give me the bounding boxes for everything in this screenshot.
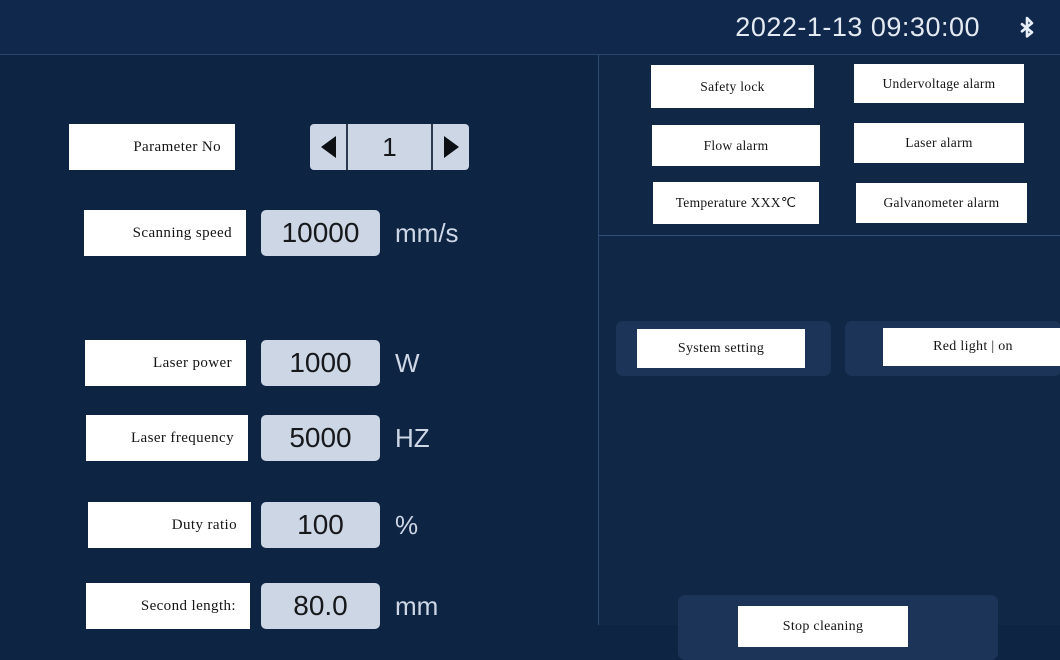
parameter-no-stepper[interactable]: 1	[310, 124, 469, 170]
triangle-right-icon	[443, 136, 459, 158]
bluetooth-icon	[1010, 10, 1044, 44]
duty-ratio-row: Duty ratio 100 %	[88, 502, 488, 548]
parameter-no-prev-button[interactable]	[310, 124, 348, 170]
left-parameter-panel: Parameter No 1 Scanning speed 10000 mm/s…	[0, 55, 597, 629]
scanning-speed-label: Scanning speed	[84, 210, 246, 256]
stop-cleaning-label[interactable]: Stop cleaning	[738, 606, 908, 647]
laser-power-row: Laser power 1000 W	[85, 340, 485, 386]
laser-power-label: Laser power	[85, 340, 246, 386]
parameter-no-next-button[interactable]	[431, 124, 469, 170]
red-light-label[interactable]: Red light | on	[883, 328, 1060, 366]
status-temperature[interactable]: Temperature XXX℃	[653, 182, 819, 224]
duty-ratio-input[interactable]: 100	[261, 502, 380, 548]
scanning-speed-unit: mm/s	[395, 218, 459, 248]
second-length-unit: mm	[395, 591, 439, 621]
duty-ratio-unit: %	[395, 510, 419, 540]
second-length-row: Second length: 80.0 mm	[86, 583, 486, 629]
right-status-panel: Safety lock Undervoltage alarm Flow alar…	[598, 55, 1060, 660]
scanning-speed-row: Scanning speed 10000 mm/s	[84, 210, 484, 256]
parameter-no-label: Parameter No	[69, 124, 235, 170]
red-light-button[interactable]: Red light | on	[845, 321, 1060, 376]
parameter-no-value[interactable]: 1	[348, 124, 431, 170]
triangle-left-icon	[320, 136, 336, 158]
datetime-display: 2022-1-13 09:30:00	[735, 12, 980, 42]
laser-frequency-row: Laser frequency 5000 HZ	[86, 415, 486, 461]
status-laser-alarm[interactable]: Laser alarm	[854, 123, 1024, 163]
second-length-label: Second length:	[86, 583, 250, 629]
status-flow-alarm[interactable]: Flow alarm	[652, 125, 820, 166]
laser-power-unit: W	[395, 348, 420, 378]
header-bar: 2022-1-13 09:30:00	[0, 0, 1060, 55]
system-setting-label[interactable]: System setting	[637, 329, 805, 368]
laser-frequency-unit: HZ	[395, 423, 430, 453]
second-length-input[interactable]: 80.0	[261, 583, 380, 629]
status-galvanometer-alarm[interactable]: Galvanometer alarm	[856, 183, 1027, 223]
scanning-speed-input[interactable]: 10000	[261, 210, 380, 256]
parameter-no-row: Parameter No 1	[69, 124, 469, 170]
stop-cleaning-button[interactable]: Stop cleaning	[678, 595, 998, 660]
status-undervoltage-alarm[interactable]: Undervoltage alarm	[854, 64, 1024, 103]
control-section: System setting Red light | on Stop clean…	[599, 236, 1060, 660]
laser-power-input[interactable]: 1000	[261, 340, 380, 386]
laser-frequency-input[interactable]: 5000	[261, 415, 380, 461]
status-safety-lock[interactable]: Safety lock	[651, 65, 814, 108]
system-setting-button[interactable]: System setting	[616, 321, 831, 376]
duty-ratio-label: Duty ratio	[88, 502, 251, 548]
alarm-status-section: Safety lock Undervoltage alarm Flow alar…	[599, 55, 1060, 235]
laser-frequency-label: Laser frequency	[86, 415, 248, 461]
